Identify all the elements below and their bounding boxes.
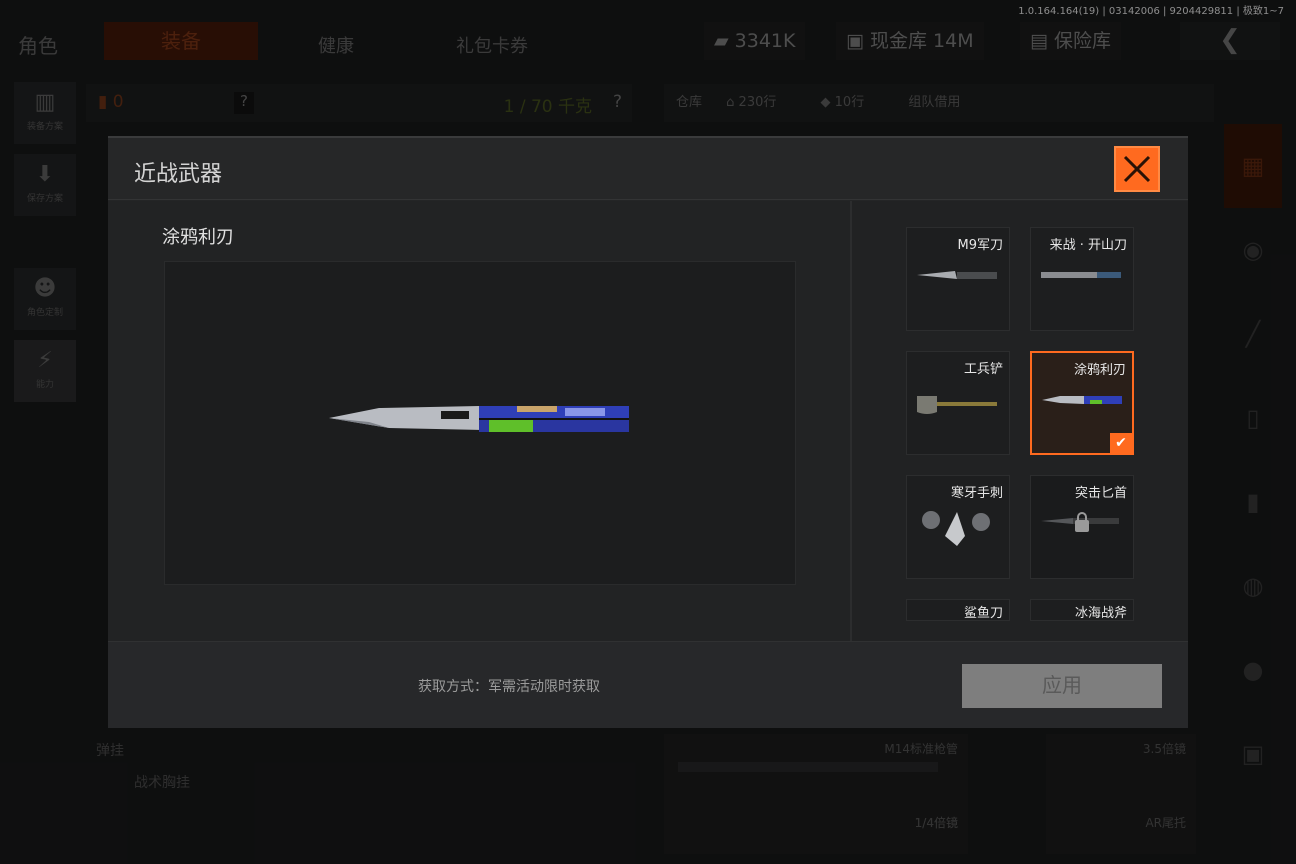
- close-button[interactable]: [1114, 146, 1160, 192]
- weapon-card-name: 鲨鱼刀: [963, 606, 1003, 621]
- acquire-method-text: 获取方式：军需活动限时获取: [418, 679, 600, 695]
- shovel-icon: [917, 396, 997, 414]
- selected-item-name: 涂鸦利刃: [162, 227, 234, 248]
- weapon-card-name: M9军刀: [957, 238, 1004, 253]
- weapon-card-shark-knife[interactable]: 鲨鱼刀: [906, 599, 1010, 621]
- melee-weapon-modal: 近战武器 涂鸦利刃 M9军刀 来战 · 开山刀 工兵铲 涂鸦利刃 ✔ 寒牙手刺 …: [108, 136, 1188, 728]
- weapon-card-name: 工兵铲: [963, 362, 1003, 377]
- weapon-card-m9[interactable]: M9军刀: [906, 227, 1010, 331]
- butterfly-knife-icon: [329, 406, 629, 432]
- lock-icon: [1075, 512, 1089, 532]
- weapon-card-assault-dagger[interactable]: 突击匕首: [1030, 475, 1134, 579]
- weapon-preview: [164, 261, 796, 585]
- machete-icon: [1041, 272, 1121, 278]
- weapon-card-shovel[interactable]: 工兵铲: [906, 351, 1010, 455]
- weapon-card-name: 来战 · 开山刀: [1049, 238, 1127, 253]
- claw-icon: [922, 511, 990, 546]
- weapon-card-ice-axe[interactable]: 冰海战斧: [1030, 599, 1134, 621]
- weapon-card-name: 突击匕首: [1074, 486, 1127, 501]
- weapon-card-name: 涂鸦利刃: [1073, 363, 1126, 378]
- preview-pane: 涂鸦利刃: [108, 201, 850, 641]
- bayonet-icon: [917, 271, 997, 279]
- weapon-card-machete[interactable]: 来战 · 开山刀: [1030, 227, 1134, 331]
- weapon-card-name: 冰海战斧: [1074, 606, 1127, 621]
- modal-header: 近战武器: [108, 138, 1188, 200]
- close-icon: [1123, 155, 1151, 183]
- modal-footer: 获取方式：军需活动限时获取 应用: [108, 641, 1188, 728]
- weapon-card-claw[interactable]: 寒牙手刺: [906, 475, 1010, 579]
- weapon-card-graffiti-blade[interactable]: 涂鸦利刃 ✔: [1030, 351, 1134, 455]
- apply-button[interactable]: 应用: [962, 664, 1162, 708]
- weapon-list: M9军刀 来战 · 开山刀 工兵铲 涂鸦利刃 ✔ 寒牙手刺 突击匕首 鲨鱼刀 冰…: [852, 201, 1188, 641]
- butterfly-knife-icon: [1042, 396, 1122, 404]
- selected-check-icon: ✔: [1110, 433, 1132, 453]
- weapon-card-name: 寒牙手刺: [950, 486, 1003, 501]
- modal-title: 近战武器: [134, 162, 223, 187]
